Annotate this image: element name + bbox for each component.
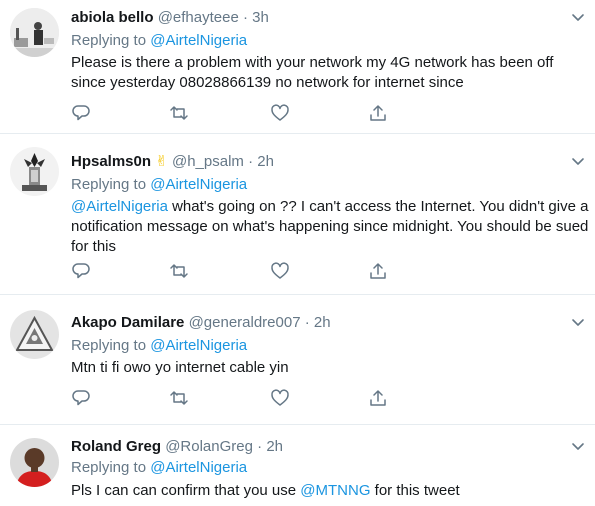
action-bar	[71, 261, 471, 281]
separator-dot: ·	[248, 153, 254, 170]
retweet-icon[interactable]	[169, 261, 189, 281]
chevron-down-icon[interactable]	[569, 313, 587, 331]
tweet-text-tail: for this tweet	[370, 482, 460, 499]
replying-to-link[interactable]: @AirtelNigeria	[150, 459, 247, 476]
tweet[interactable]: Akapo Damilare @generaldre007 · 2h Reply…	[0, 295, 595, 425]
reply-icon[interactable]	[71, 103, 91, 123]
tweet-text: Please is there a problem with your netw…	[71, 53, 591, 93]
avatar[interactable]	[10, 147, 59, 196]
replying-to-label: Replying to	[71, 337, 147, 354]
display-name[interactable]: Hpsalms0n	[71, 153, 151, 170]
display-name[interactable]: abiola bello	[71, 9, 154, 26]
tweet-header: Hpsalms0n ✌ @h_psalm · 2h	[71, 152, 274, 172]
replying-to-link[interactable]: @AirtelNigeria	[150, 176, 247, 193]
action-bar	[71, 103, 471, 123]
reply-icon[interactable]	[71, 388, 91, 408]
chevron-down-icon[interactable]	[569, 8, 587, 26]
replying-to-line: Replying to @AirtelNigeria	[71, 458, 247, 478]
user-handle[interactable]: @h_psalm	[172, 153, 244, 170]
display-name[interactable]: Akapo Damilare	[71, 314, 184, 331]
tweet[interactable]: abiola bello @efhayteee · 3h Replying to…	[0, 0, 595, 134]
tweet[interactable]: Hpsalms0n ✌ @h_psalm · 2h Replying to @A…	[0, 134, 595, 295]
like-icon[interactable]	[270, 261, 290, 281]
action-bar	[71, 388, 471, 408]
separator-dot: ·	[304, 314, 310, 331]
reply-icon[interactable]	[71, 261, 91, 281]
tweet-text: @AirtelNigeria what's going on ?? I can'…	[71, 197, 591, 257]
share-icon[interactable]	[368, 261, 388, 281]
replying-to-label: Replying to	[71, 176, 147, 193]
tweet[interactable]: Roland Greg @RolanGreg · 2h Replying to …	[0, 425, 595, 506]
mention-link[interactable]: @MTNNG	[300, 482, 370, 499]
timestamp[interactable]: 3h	[252, 9, 269, 26]
share-icon[interactable]	[368, 388, 388, 408]
like-icon[interactable]	[270, 388, 290, 408]
tweet-text-content: Please is there a problem with your netw…	[71, 54, 554, 91]
avatar[interactable]	[10, 310, 59, 359]
tweet-header: Roland Greg @RolanGreg · 2h	[71, 437, 283, 457]
reply-feed: abiola bello @efhayteee · 3h Replying to…	[0, 0, 595, 506]
share-icon[interactable]	[368, 103, 388, 123]
like-icon[interactable]	[270, 103, 290, 123]
tweet-text: Mtn ti fi owo yo internet cable yin	[71, 358, 591, 378]
avatar[interactable]	[10, 8, 59, 57]
replying-to-line: Replying to @AirtelNigeria	[71, 336, 247, 356]
replying-to-label: Replying to	[71, 459, 147, 476]
user-handle[interactable]: @generaldre007	[189, 314, 301, 331]
display-name[interactable]: Roland Greg	[71, 438, 161, 455]
tweet-header: Akapo Damilare @generaldre007 · 2h	[71, 313, 331, 333]
replying-to-label: Replying to	[71, 32, 147, 49]
victory-hand-emoji: ✌	[155, 153, 168, 170]
tweet-text-content: Pls I can can confirm that you use	[71, 482, 301, 499]
separator-dot: ·	[257, 438, 263, 455]
replying-to-line: Replying to @AirtelNigeria	[71, 31, 247, 51]
timestamp[interactable]: 2h	[314, 314, 331, 331]
timestamp[interactable]: 2h	[266, 438, 283, 455]
retweet-icon[interactable]	[169, 103, 189, 123]
retweet-icon[interactable]	[169, 388, 189, 408]
tweet-text: Pls I can can confirm that you use @MTNN…	[71, 481, 591, 501]
replying-to-link[interactable]: @AirtelNigeria	[150, 337, 247, 354]
timestamp[interactable]: 2h	[257, 153, 274, 170]
replying-to-line: Replying to @AirtelNigeria	[71, 175, 247, 195]
user-handle[interactable]: @efhayteee	[158, 9, 239, 26]
replying-to-link[interactable]: @AirtelNigeria	[150, 32, 247, 49]
tweet-text-content: Mtn ti fi owo yo internet cable yin	[71, 359, 289, 376]
chevron-down-icon[interactable]	[569, 437, 587, 455]
tweet-header: abiola bello @efhayteee · 3h	[71, 8, 269, 28]
user-handle[interactable]: @RolanGreg	[165, 438, 253, 455]
mention-link[interactable]: @AirtelNigeria	[71, 198, 168, 215]
separator-dot: ·	[242, 9, 248, 26]
chevron-down-icon[interactable]	[569, 152, 587, 170]
avatar[interactable]	[10, 438, 59, 487]
